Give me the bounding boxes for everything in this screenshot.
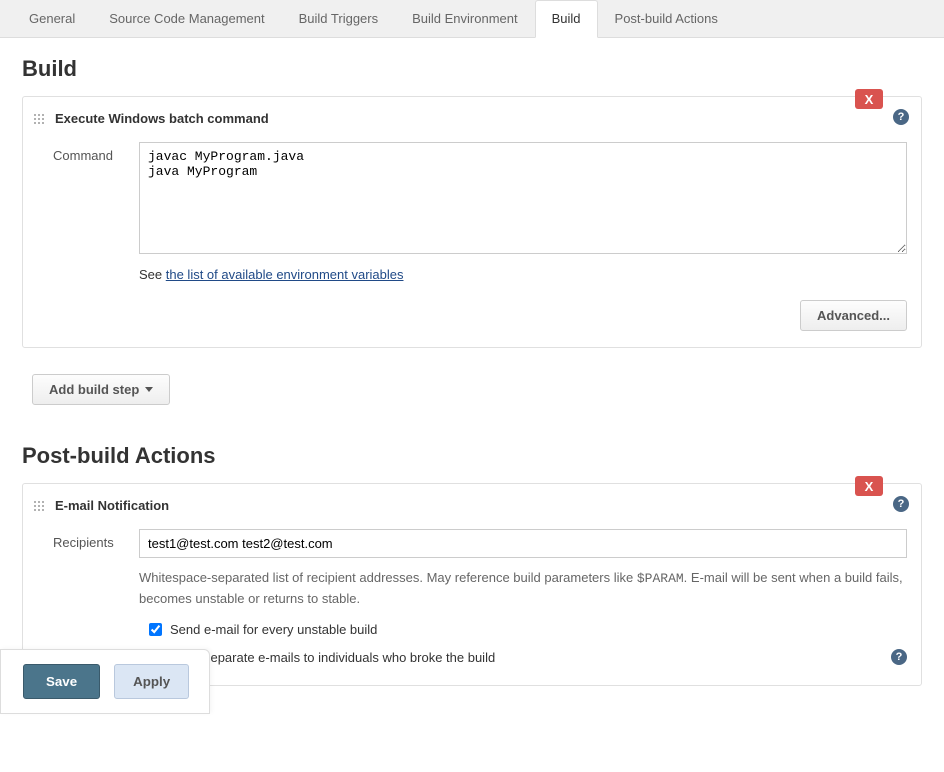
tab-post[interactable]: Post-build Actions — [598, 0, 735, 37]
build-step-box: X ? Execute Windows batch command Comman… — [22, 96, 922, 348]
command-textarea[interactable] — [139, 142, 907, 254]
footer-bar: Save Apply — [0, 649, 210, 714]
advanced-button[interactable]: Advanced... — [800, 300, 907, 331]
tab-general[interactable]: General — [12, 0, 92, 37]
delete-build-step-button[interactable]: X — [855, 89, 883, 109]
recipients-label: Recipients — [53, 529, 139, 550]
drag-handle-icon[interactable] — [33, 113, 45, 125]
tab-build[interactable]: Build — [535, 0, 598, 38]
individuals-checkbox-label: Send separate e-mails to individuals who… — [170, 650, 495, 665]
unstable-checkbox[interactable] — [149, 623, 162, 636]
env-vars-hint: See the list of available environment va… — [139, 257, 907, 282]
tab-env[interactable]: Build Environment — [395, 0, 535, 37]
tab-triggers[interactable]: Build Triggers — [282, 0, 395, 37]
recipients-help-text: Whitespace-separated list of recipient a… — [139, 568, 907, 608]
add-build-step-button[interactable]: Add build step — [32, 374, 170, 405]
chevron-down-icon — [145, 387, 153, 392]
unstable-checkbox-label: Send e-mail for every unstable build — [170, 622, 377, 637]
help-icon[interactable]: ? — [893, 109, 909, 125]
build-section-title: Build — [22, 56, 922, 82]
env-vars-link[interactable]: the list of available environment variab… — [166, 267, 404, 282]
save-button[interactable]: Save — [23, 664, 100, 699]
apply-button[interactable]: Apply — [114, 664, 189, 699]
delete-email-step-button[interactable]: X — [855, 476, 883, 496]
command-label: Command — [53, 142, 139, 163]
tab-scm[interactable]: Source Code Management — [92, 0, 281, 37]
post-build-section-title: Post-build Actions — [22, 443, 922, 469]
recipients-input[interactable] — [139, 529, 907, 558]
config-tabs: General Source Code Management Build Tri… — [0, 0, 944, 38]
drag-handle-icon[interactable] — [33, 500, 45, 512]
email-step-header: E-mail Notification — [23, 492, 921, 519]
help-icon[interactable]: ? — [891, 649, 907, 665]
build-step-header: Execute Windows batch command — [23, 105, 921, 132]
email-step-header-title: E-mail Notification — [55, 498, 169, 513]
build-step-header-title: Execute Windows batch command — [55, 111, 269, 126]
help-icon[interactable]: ? — [893, 496, 909, 512]
